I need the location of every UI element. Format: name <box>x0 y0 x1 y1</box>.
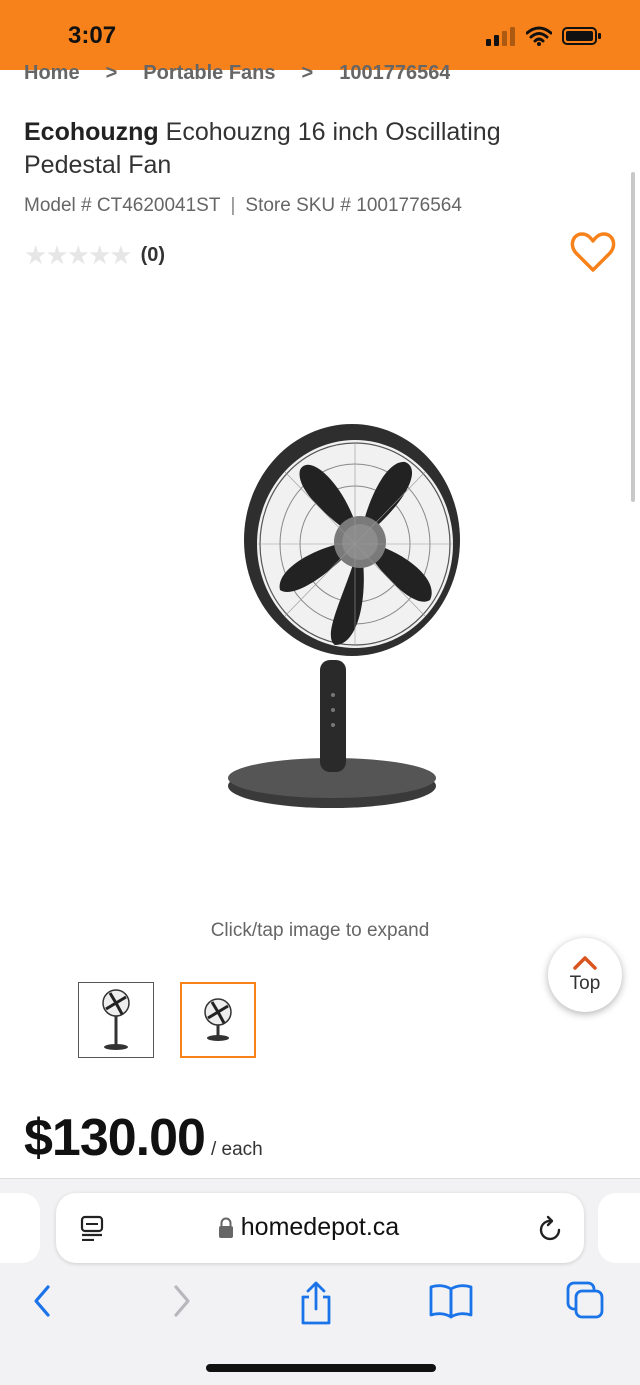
price-amount: $130.00 <box>24 1109 206 1167</box>
model-sku-separator: | <box>230 195 236 216</box>
fan-thumbnail-image <box>102 989 130 1050</box>
breadcrumb-separator: > <box>301 62 314 84</box>
store-sku: Store SKU # 1001776564 <box>245 195 462 216</box>
breadcrumb-separator: > <box>105 62 118 84</box>
model-number: Model # CT4620041ST <box>24 195 221 216</box>
star-icon: ★ <box>87 240 111 270</box>
chevron-up-icon <box>573 956 597 970</box>
heart-icon[interactable] <box>570 230 616 274</box>
expand-hint: Click/tap image to expand <box>210 920 430 941</box>
tabs-icon[interactable] <box>566 1281 606 1321</box>
thumbnail-1[interactable] <box>78 982 154 1058</box>
previous-tab-pill[interactable] <box>0 1193 40 1263</box>
browser-nav-row <box>0 1275 640 1335</box>
back-icon[interactable] <box>30 1281 54 1321</box>
rating-stars[interactable]: ★ ★ ★ ★ ★ (0) <box>24 240 165 271</box>
star-icon: ★ <box>45 240 68 270</box>
signal-icon <box>486 27 515 46</box>
star-icon: ★ <box>109 240 132 270</box>
star-icon: ★ <box>24 240 47 270</box>
star-icon: ★ <box>66 240 90 270</box>
status-bar: 3:07 <box>0 0 640 70</box>
product-image[interactable] <box>200 410 460 810</box>
back-to-top-label: Top <box>569 973 601 994</box>
status-time: 3:07 <box>68 22 117 49</box>
breadcrumb-portable-fans[interactable]: Portable Fans <box>143 62 275 84</box>
address-bar[interactable]: homedepot.ca <box>56 1193 584 1263</box>
scroll-indicator <box>631 172 635 502</box>
model-sku-line: Model # CT4620041ST | Store SKU # 10017765… <box>24 195 462 217</box>
back-to-top-button[interactable]: Top <box>548 938 622 1012</box>
fan-thumbnail-image <box>204 998 232 1041</box>
breadcrumb-home[interactable]: Home <box>24 62 80 84</box>
battery-icon <box>562 27 601 45</box>
price-unit: / each <box>210 1139 263 1160</box>
thumbnail-2[interactable] <box>180 982 256 1058</box>
product-brand[interactable]: Ecohouzng <box>24 118 159 146</box>
next-tab-pill[interactable] <box>598 1193 640 1263</box>
wifi-icon <box>526 26 552 46</box>
share-icon[interactable] <box>298 1281 334 1325</box>
home-indicator <box>206 1364 436 1372</box>
bookmarks-icon[interactable] <box>428 1281 474 1321</box>
product-title: Ecohouzng Ecohouzng 16 inch Oscillating … <box>24 116 584 182</box>
status-icons <box>486 26 602 46</box>
forward-icon[interactable] <box>170 1281 194 1321</box>
url-text[interactable]: homedepot.ca <box>56 1213 584 1242</box>
breadcrumb: Home > Portable Fans >1001776564 <box>24 62 450 84</box>
price: $130.00 / each <box>24 1108 263 1168</box>
breadcrumb-sku: 1001776564 <box>339 62 451 84</box>
browser-toolbar: homedepot.ca <box>0 1178 640 1385</box>
reload-icon[interactable] <box>538 1215 564 1243</box>
review-count[interactable]: (0) <box>141 244 165 267</box>
